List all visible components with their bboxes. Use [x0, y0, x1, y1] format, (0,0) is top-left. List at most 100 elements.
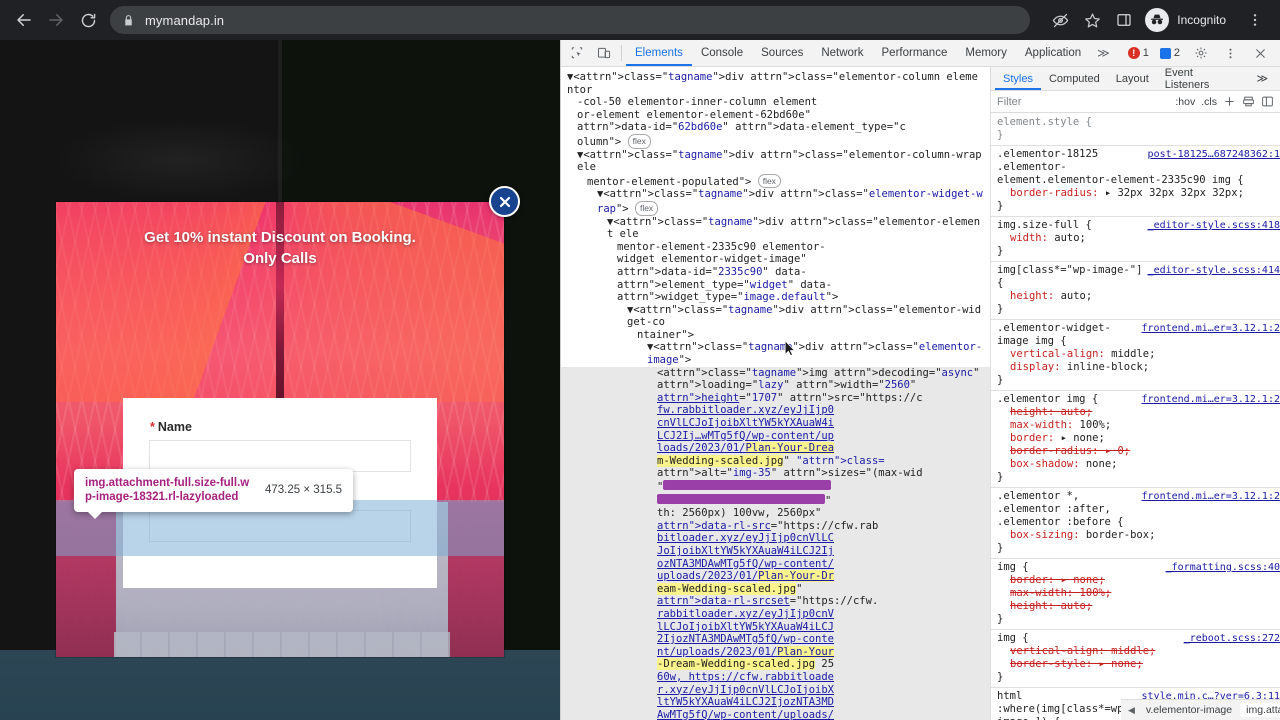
css-rule[interactable]: frontend.mi…er=3.12.1:2 .elementor *, .ele…	[991, 488, 1280, 559]
css-rule-source[interactable]: frontend.mi…er=3.12.1:2	[1142, 393, 1280, 406]
dom-tree-line[interactable]: attrn">data-id="62bd60e" attrn">data-ele…	[561, 121, 990, 134]
css-selector[interactable]: .elementor :after,	[997, 503, 1274, 516]
css-declaration[interactable]: width: auto;	[997, 232, 1274, 245]
devtools-menu-button[interactable]	[1217, 41, 1244, 65]
css-declaration[interactable]: height: auto;	[997, 290, 1274, 303]
dom-tree-line[interactable]: or-element elementor-element-62bd60e"	[561, 109, 990, 122]
dom-tree-line[interactable]: attrn">data-id="2335c90" data-	[561, 266, 990, 279]
dom-tree-line[interactable]: attrn">height="1707" attrn">src="https:/…	[561, 391, 990, 405]
dom-tree-line[interactable]: -Dream-Wedding-scaled.jpg 25	[561, 658, 990, 671]
dom-tree-line[interactable]: LCJ2Ij…wMTg5fQ/wp-content/up	[561, 429, 990, 443]
address-bar[interactable]: mymandap.in	[110, 6, 1030, 34]
dom-tree-line[interactable]: ▼<attrn">class="tagname">div attrn">clas…	[561, 341, 990, 366]
back-button[interactable]	[8, 4, 40, 36]
tab-memory[interactable]: Memory	[956, 40, 1016, 66]
breadcrumb-item-parent[interactable]: v.elementor-image	[1140, 703, 1238, 717]
dom-tree-line[interactable]: ▼<attrn">class="tagname">div attrn">clas…	[561, 188, 990, 216]
css-rule-source[interactable]: frontend.mi…er=3.12.1:2	[1142, 490, 1280, 503]
dom-tree-line[interactable]: loads/2023/01/Plan-Your-Drea	[561, 442, 990, 455]
element-style-rule[interactable]: element.style {}	[991, 114, 1280, 146]
css-declaration[interactable]: vertical-align: middle;	[997, 348, 1274, 361]
tab-layout[interactable]: Layout	[1108, 67, 1157, 90]
css-declaration[interactable]: border-style: ▸ none;	[997, 658, 1274, 671]
dom-tree-line[interactable]: -col-50 elementor-inner-column element	[561, 96, 990, 109]
dom-tree-line[interactable]: AwMTg5fQ/wp-content/uploads/	[561, 708, 990, 720]
dom-tree[interactable]: ▼<attrn">class="tagname">div attrn">clas…	[561, 67, 990, 720]
css-rule-source[interactable]: _formatting.scss:40	[1166, 561, 1280, 574]
dom-tree-line[interactable]: th: 2560px) 100vw, 2560px"	[561, 507, 990, 520]
tab-performance[interactable]: Performance	[873, 40, 957, 66]
dom-tree-line[interactable]: ▼<attrn">class="tagname">div attrn">clas…	[561, 216, 990, 241]
styles-rules-list[interactable]: element.style {} post-18125…687248362:1 .e…	[991, 114, 1280, 720]
dom-tree-line[interactable]: eam-Wedding-scaled.jpg"	[561, 582, 990, 596]
dom-tree-line[interactable]: ▼<attrn">class="tagname">div attrn">clas…	[561, 304, 990, 329]
styles-filter-input[interactable]: Filter	[997, 96, 1169, 108]
css-declaration[interactable]: vertical-align: middle;	[997, 645, 1274, 658]
tab-application[interactable]: Application	[1016, 40, 1090, 66]
new-style-rule-button[interactable]	[1223, 95, 1236, 108]
dom-tree-line[interactable]: fw.rabbitloader.xyz/eyJjIjp0	[561, 404, 990, 418]
inspect-element-button[interactable]	[563, 41, 590, 65]
css-selector[interactable]: image img {	[997, 335, 1274, 348]
css-rule-source[interactable]: post-18125…687248362:1	[1148, 148, 1280, 161]
tab-computed[interactable]: Computed	[1041, 67, 1108, 90]
cls-toggle[interactable]: .cls	[1201, 96, 1217, 108]
dom-tree-line[interactable]: attrn">loading="lazy" attrn">width="2560…	[561, 379, 990, 392]
chevron-left-icon[interactable]: ◀	[1125, 705, 1138, 716]
dom-tree-redacted-value[interactable]: "	[561, 480, 990, 494]
tab-elements[interactable]: Elements	[626, 40, 692, 66]
page-viewport[interactable]: Get 10% instant Discount on Booking. Onl…	[0, 40, 560, 720]
tab-sources[interactable]: Sources	[752, 40, 812, 66]
dom-tree-line[interactable]: nt/uploads/2023/01/Plan-Your	[561, 645, 990, 659]
warning-badge[interactable]: 2	[1156, 47, 1184, 59]
dom-tree-line[interactable]: ▼<attrn">class="tagname">div attrn">clas…	[561, 71, 990, 96]
css-declaration[interactable]: height: auto;	[997, 406, 1274, 419]
dom-tree-line[interactable]: JoIjoibXltYW5kYXAuaW4iLCJ2Ij	[561, 544, 990, 558]
tab-network[interactable]: Network	[812, 40, 872, 66]
dom-tree-line[interactable]: widget elementor-widget-image"	[561, 253, 990, 266]
css-rule-source[interactable]: _editor-style.scss:414	[1148, 264, 1280, 277]
css-selector[interactable]: element.elementor-element-2335c90 img {	[997, 174, 1274, 187]
tab-console[interactable]: Console	[692, 40, 752, 66]
side-panel-button[interactable]	[1109, 5, 1139, 35]
css-declaration[interactable]: box-shadow: none;	[997, 458, 1274, 471]
styles-pane[interactable]: Styles Computed Layout Event Listeners ≫…	[991, 67, 1280, 720]
dom-tree-pane[interactable]: ▼<attrn">class="tagname">div attrn">clas…	[561, 67, 991, 720]
dom-tree-line[interactable]: uploads/2023/01/Plan-Your-Dr	[561, 570, 990, 583]
print-media-button[interactable]	[1242, 95, 1255, 108]
dom-tree-line[interactable]: ntainer">	[561, 329, 990, 342]
dom-tree-redacted-value[interactable]: "	[561, 493, 990, 508]
flex-badge[interactable]: flex	[634, 200, 659, 216]
tab-styles[interactable]: Styles	[995, 67, 1041, 90]
dom-tree-line[interactable]: r.xyz/eyJjIjp0cnVlLCJoIjoibX	[561, 683, 990, 697]
dom-tree-line[interactable]: attrn">widget_type="image.default">	[561, 291, 990, 304]
reload-button[interactable]	[72, 4, 104, 36]
css-declaration[interactable]: border: ▸ none;	[997, 574, 1274, 587]
css-rule[interactable]: _editor-style.scss:414 img[class*="wp-ima…	[991, 262, 1280, 320]
css-rule-source[interactable]: _editor-style.scss:418	[1148, 219, 1280, 232]
incognito-profile-button[interactable]: Incognito	[1141, 5, 1238, 35]
tab-event-listeners[interactable]: Event Listeners	[1157, 67, 1249, 91]
bookmark-button[interactable]	[1077, 5, 1107, 35]
css-declaration[interactable]: height: auto;	[997, 600, 1274, 613]
forward-button[interactable]	[40, 4, 72, 36]
css-rule-source[interactable]: frontend.mi…er=3.12.1:2	[1142, 322, 1280, 335]
dom-tree-line[interactable]: cnVlLCJoIjoibXltYW5kYXAuaW4i	[561, 417, 990, 430]
modal-close-button[interactable]	[489, 186, 520, 217]
css-rule[interactable]: _formatting.scss:40 img {border: ▸ none; m…	[991, 559, 1280, 630]
css-declaration[interactable]: border-radius: ▸ 0;	[997, 445, 1274, 458]
error-badge[interactable]: ! 1	[1124, 47, 1153, 59]
css-selector[interactable]: {	[997, 277, 1274, 290]
dom-tree-line[interactable]: attrn">alt="img-35" attrn">sizes="(max-w…	[561, 467, 990, 480]
more-tabs-button[interactable]: ≫	[1090, 46, 1117, 60]
browser-menu-button[interactable]	[1240, 5, 1270, 35]
css-rule[interactable]: _reboot.scss:272 img {vertical-align: mid…	[991, 630, 1280, 688]
dom-tree-line[interactable]: attrn">data-rl-srcset="https://cfw.	[561, 595, 990, 608]
dom-tree-line[interactable]: rabbitloader.xyz/eyJjIjp0cnV	[561, 607, 990, 621]
css-selector[interactable]: .elementor :before {	[997, 516, 1274, 529]
css-declaration[interactable]: border: ▸ none;	[997, 432, 1274, 445]
dom-tree-line[interactable]: m-Wedding-scaled.jpg" "attrn">class=	[561, 454, 990, 468]
css-declaration[interactable]: box-sizing: border-box;	[997, 529, 1274, 542]
dom-tree-line[interactable]: mentor-element-2335c90 elementor-	[561, 241, 990, 254]
dom-tree-line[interactable]: attrn">element_type="widget" data-	[561, 279, 990, 292]
